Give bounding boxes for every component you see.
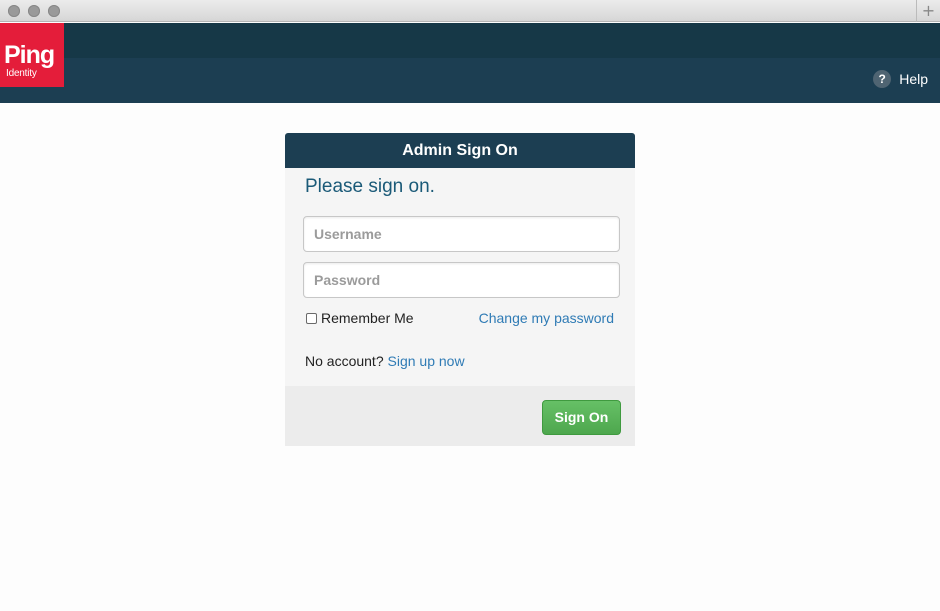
remember-me-label: Remember Me — [321, 310, 414, 326]
zoom-window-button[interactable] — [48, 5, 60, 17]
change-password-link[interactable]: Change my password — [479, 310, 614, 326]
no-account-text: No account? — [305, 353, 384, 369]
help-icon: ? — [873, 70, 892, 88]
header-navbar — [0, 58, 940, 103]
new-tab-button[interactable]: + — [916, 0, 940, 22]
header-top-strip — [0, 23, 940, 58]
close-window-button[interactable] — [8, 5, 20, 17]
no-account-row: No account? Sign up now — [305, 353, 465, 369]
minimize-window-button[interactable] — [28, 5, 40, 17]
logo-subtext: Identity — [6, 68, 37, 79]
ping-identity-logo: Ping Identity — [0, 23, 64, 87]
sign-up-link[interactable]: Sign up now — [388, 353, 465, 369]
window-titlebar: + — [0, 0, 940, 22]
remember-me-checkbox[interactable] — [306, 312, 317, 324]
logo-text: Ping — [4, 41, 55, 69]
help-label: Help — [899, 71, 928, 87]
username-input[interactable] — [303, 216, 620, 252]
card-title: Admin Sign On — [285, 133, 635, 168]
sign-on-prompt: Please sign on. — [305, 176, 435, 197]
card-footer: Sign On — [285, 386, 635, 446]
help-link[interactable]: ? Help — [873, 70, 928, 88]
sign-on-button[interactable]: Sign On — [542, 400, 621, 435]
sign-on-card: Admin Sign On Please sign on. Remember M… — [285, 133, 635, 446]
remember-me[interactable]: Remember Me — [306, 310, 414, 326]
password-input[interactable] — [303, 262, 620, 298]
